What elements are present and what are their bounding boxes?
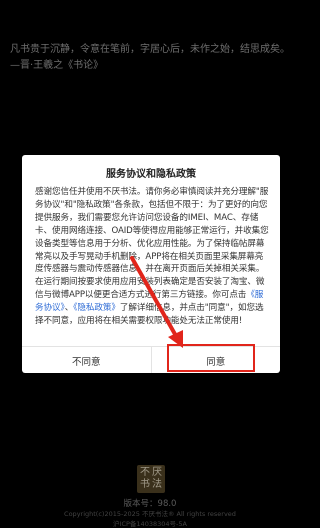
- privacy-policy-link[interactable]: 《隐私政策》: [73, 303, 120, 313]
- dialog-title: 服务协议和隐私政策: [106, 169, 196, 180]
- privacy-dialog: 服务协议和隐私政策 感谢您信任并使用不厌书法。请你务必审慎阅读并充分理解"服务协…: [22, 155, 280, 373]
- agree-highlight-box: [167, 344, 255, 372]
- dialog-body-text: 感谢您信任并使用不厌书法。请你务必审慎阅读并充分理解"服务协议"和"隐私政策"各…: [35, 187, 269, 301]
- dialog-body: 感谢您信任并使用不厌书法。请你务必审慎阅读并充分理解"服务协议"和"隐私政策"各…: [35, 186, 269, 328]
- dialog-body-text: 、: [64, 303, 74, 314]
- disagree-button[interactable]: 不同意: [22, 347, 151, 373]
